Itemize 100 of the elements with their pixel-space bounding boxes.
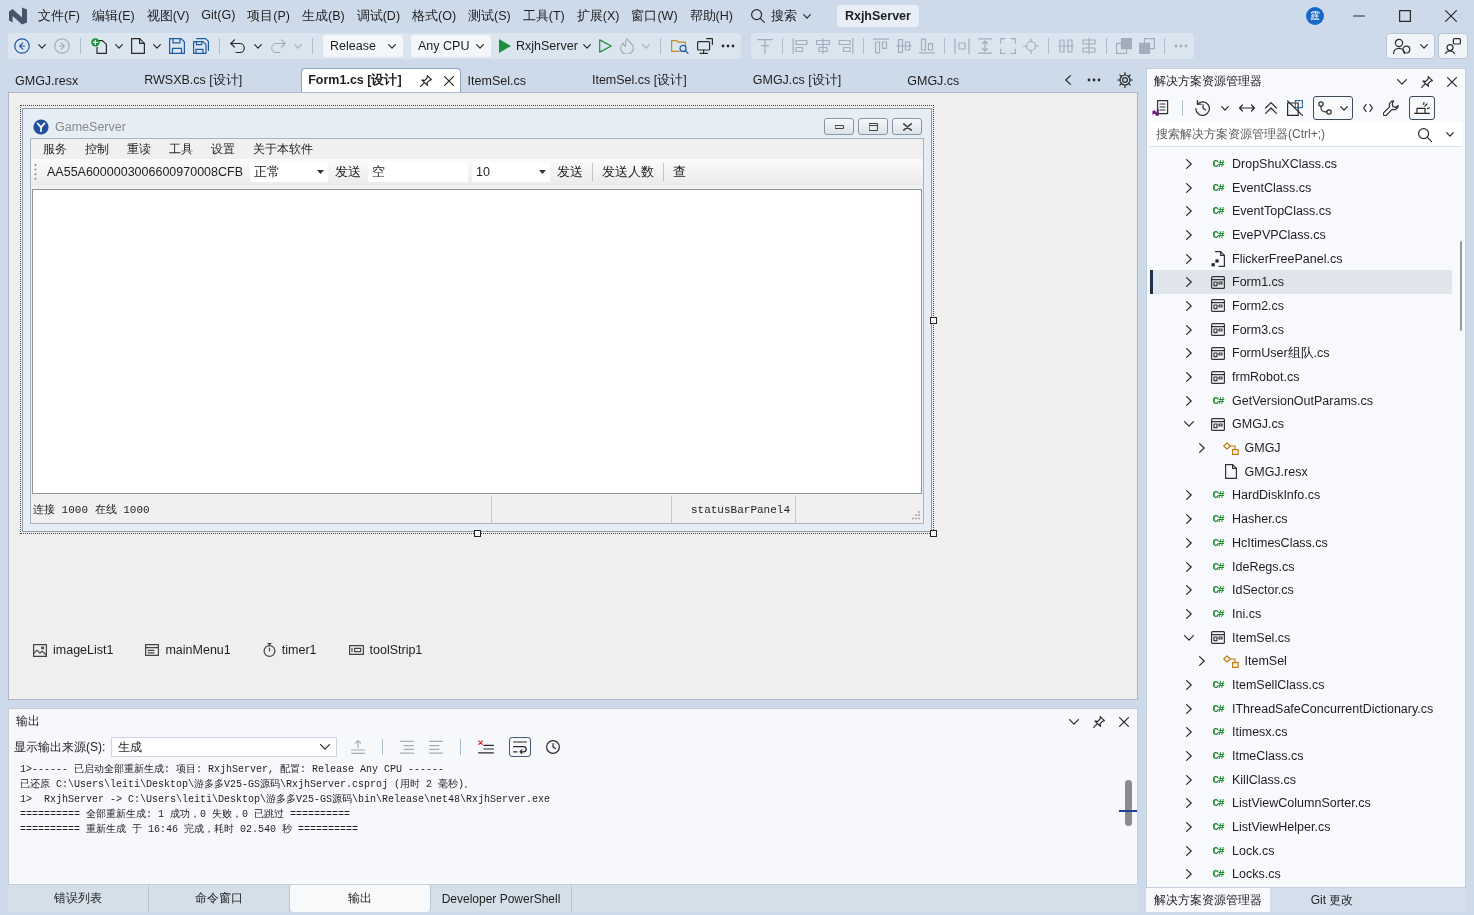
menu-item[interactable]: 生成(B)	[296, 4, 351, 28]
scrollbar-thumb[interactable]	[1460, 241, 1462, 331]
chevron-right-icon[interactable]	[1186, 182, 1192, 193]
document-tab[interactable]: GMGJ.cs	[900, 68, 1019, 92]
tree-item[interactable]: Form2.cs	[1150, 294, 1452, 318]
menu-item[interactable]: 格式(O)	[406, 4, 463, 28]
maximize-button[interactable]	[858, 118, 888, 135]
double-arrow-icon[interactable]	[1239, 104, 1255, 112]
form-menu-item[interactable]: 设置	[202, 140, 244, 158]
panel-tab[interactable]: 输出	[290, 885, 431, 912]
chevron-down-icon[interactable]	[1184, 421, 1194, 428]
pin-icon[interactable]	[1421, 75, 1433, 88]
form-menu-item[interactable]: 工具	[160, 140, 202, 158]
start-button[interactable]: RxjhServer	[499, 39, 591, 53]
history-icon[interactable]	[1195, 100, 1211, 116]
code-icon[interactable]	[1363, 104, 1373, 112]
form-menu-item[interactable]: 重读	[118, 140, 160, 158]
chevron-right-icon[interactable]	[1186, 822, 1192, 833]
chevron-right-icon[interactable]	[1186, 253, 1192, 264]
menu-item[interactable]: Git(G)	[195, 4, 242, 28]
component-item[interactable]: mainMenu1	[145, 643, 231, 657]
menu-item[interactable]: 编辑(E)	[85, 4, 141, 28]
preview-button[interactable]	[1409, 96, 1435, 120]
platform-dropdown[interactable]: Any CPU	[411, 35, 491, 57]
tree-item[interactable]: C# EventClass.cs	[1150, 175, 1452, 200]
play-outline-icon[interactable]	[598, 39, 612, 53]
tree-item[interactable]: FormUser组队.cs	[1150, 341, 1452, 366]
chevron-right-icon[interactable]	[1186, 348, 1192, 359]
pin-icon[interactable]	[1093, 715, 1105, 728]
document-tab[interactable]: Form1.cs [设计]	[301, 68, 461, 92]
menu-item[interactable]: 扩展(X)	[570, 4, 626, 28]
chevron-down-icon[interactable]	[1397, 78, 1407, 85]
pin-icon[interactable]	[419, 74, 432, 87]
close-icon[interactable]	[1445, 10, 1457, 22]
chevron-right-icon[interactable]	[1186, 585, 1192, 596]
word-wrap-button[interactable]	[509, 737, 532, 757]
people-button[interactable]	[1386, 33, 1435, 59]
combo-field[interactable]: 正常	[250, 162, 328, 182]
wrench-icon[interactable]	[1383, 100, 1399, 116]
panel-tab[interactable]: 错误列表	[8, 885, 149, 912]
chevron-right-icon[interactable]	[1186, 703, 1192, 714]
settings-icon[interactable]	[1117, 72, 1133, 88]
chevron-right-icon[interactable]	[1186, 300, 1192, 311]
tree-item[interactable]: C# Ini.cs	[1150, 602, 1452, 626]
maximize-icon[interactable]	[1399, 10, 1411, 22]
tree-item[interactable]: ItemSel	[1150, 649, 1452, 674]
chevron-right-icon[interactable]	[1186, 395, 1192, 406]
chevron-right-icon[interactable]	[1186, 372, 1192, 383]
chevron-right-icon[interactable]	[1186, 277, 1192, 288]
toolstrip-button[interactable]: 发送	[554, 163, 586, 181]
chevron-right-icon[interactable]	[1186, 206, 1192, 217]
chevron-right-icon[interactable]	[1186, 679, 1192, 690]
tree-item[interactable]: C# GetVersionOutParams.cs	[1150, 388, 1452, 413]
close-button[interactable]	[892, 118, 922, 135]
scrollbar-thumb[interactable]	[1125, 780, 1132, 826]
chevron-right-icon[interactable]	[1186, 561, 1192, 572]
tree-item[interactable]: C# HardDiskInfo.cs	[1150, 483, 1452, 508]
document-tab[interactable]: RWSXB.cs [设计]	[137, 68, 302, 92]
panel-tab[interactable]: Git 更改	[1270, 888, 1394, 912]
document-tab[interactable]: ItemSel.cs	[460, 68, 585, 92]
tree-item[interactable]: C# ListViewHelper.cs	[1150, 815, 1452, 839]
search-icon[interactable]	[1418, 127, 1432, 142]
component-item[interactable]: timer1	[262, 643, 317, 657]
chevron-right-icon[interactable]	[1186, 229, 1192, 240]
toolstrip-button[interactable]: 发送人数	[599, 163, 657, 181]
tree-item[interactable]: C# ItmeClass.cs	[1150, 744, 1452, 768]
chevron-right-icon[interactable]	[1198, 656, 1205, 667]
chevron-left-icon[interactable]	[1065, 75, 1071, 85]
tree-item[interactable]: GMGJ.resx	[1150, 459, 1452, 484]
tree-item[interactable]: Form1.cs	[1150, 270, 1452, 295]
tree-item[interactable]: C# ListViewColumnSorter.cs	[1150, 791, 1452, 816]
combo-field[interactable]: 10	[472, 162, 550, 182]
toolstrip-button[interactable]: 查	[670, 163, 689, 181]
chevron-right-icon[interactable]	[1186, 537, 1192, 548]
close-icon[interactable]	[443, 75, 454, 86]
folder-search-icon[interactable]	[670, 38, 689, 54]
tree-item[interactable]: C# Locks.cs	[1150, 862, 1452, 887]
grip-icon[interactable]	[34, 163, 37, 181]
more-icon[interactable]	[720, 44, 735, 48]
caret-icon[interactable]	[1446, 132, 1454, 137]
more-icon[interactable]	[1087, 78, 1101, 82]
tree-item[interactable]: C# IdeRegs.cs	[1150, 554, 1452, 579]
toolstrip-button[interactable]: 发送	[332, 163, 364, 181]
search-button[interactable]: 搜索	[744, 4, 817, 28]
solution-file-icon[interactable]	[1152, 100, 1170, 116]
caret-icon[interactable]	[153, 43, 161, 49]
close-icon[interactable]	[1119, 716, 1129, 727]
menu-item[interactable]: 调试(D)	[350, 4, 407, 28]
clock-icon[interactable]	[546, 740, 561, 754]
tree-item[interactable]: FlickerFreePanel.cs	[1150, 246, 1452, 271]
chevron-right-icon[interactable]	[1186, 727, 1192, 738]
tree-item[interactable]: C# DropShuXClass.cs	[1150, 152, 1452, 176]
new-item-icon[interactable]	[91, 38, 107, 54]
tree-item[interactable]: C# Itimesx.cs	[1150, 720, 1452, 745]
tree-item[interactable]: C# HcItimesClass.cs	[1150, 531, 1452, 555]
text-field[interactable]: 空	[368, 162, 468, 182]
monitor-icon[interactable]	[696, 38, 713, 54]
chevron-right-icon[interactable]	[1186, 798, 1192, 809]
tree-item[interactable]: C# IThreadSafeConcurrentDictionary.cs	[1150, 696, 1452, 721]
tree-item[interactable]: C# Lock.cs	[1150, 838, 1452, 863]
